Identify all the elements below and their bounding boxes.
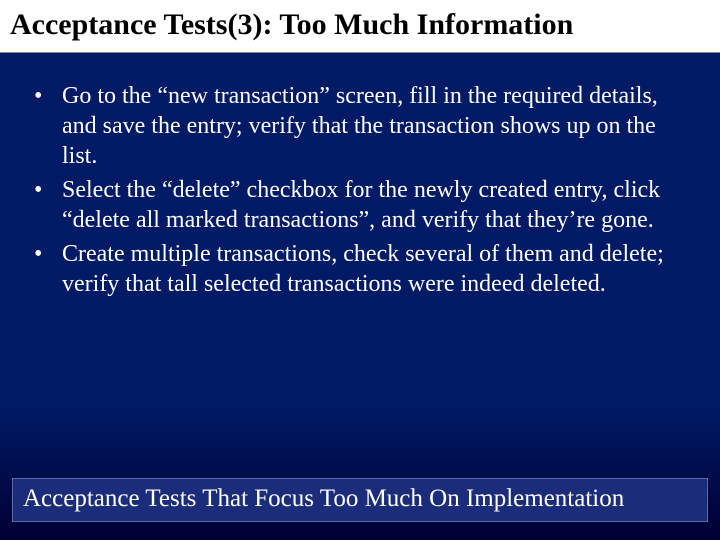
slide-title: Acceptance Tests(3): Too Much Informatio… <box>0 0 720 53</box>
slide-body: Go to the “new transaction” screen, fill… <box>0 53 720 299</box>
list-item: Go to the “new transaction” screen, fill… <box>28 81 692 171</box>
bullet-list: Go to the “new transaction” screen, fill… <box>28 81 692 299</box>
list-item: Create multiple transactions, check seve… <box>28 239 692 299</box>
footer-caption: Acceptance Tests That Focus Too Much On … <box>12 478 708 522</box>
list-item: Select the “delete” checkbox for the new… <box>28 175 692 235</box>
